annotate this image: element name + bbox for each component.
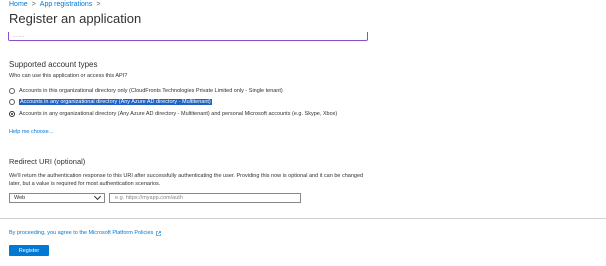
name-input-partial-text: ... .... [13,33,25,39]
platform-select[interactable]: Web [9,192,105,203]
account-option-multitenant-personal[interactable]: Accounts in any organizational directory… [9,111,337,117]
redirect-uri-title: Redirect URI (optional) [9,157,86,166]
page-title: Register an application [9,11,142,26]
footer-divider [0,218,606,219]
redirect-uri-description: We'll return the authentication response… [9,173,364,187]
option-label: Accounts in this organizational director… [19,88,283,94]
redirect-uri-input[interactable]: e.g. https://myapp.com/auth [109,193,301,203]
policy-notice[interactable]: By proceeding, you agree to the Microsof… [9,230,162,236]
account-types-question: Who can use this application or access t… [9,73,128,79]
breadcrumb-home-link[interactable]: Home [9,1,28,8]
help-me-choose-link[interactable]: Help me choose... [9,129,53,135]
breadcrumb: Home > App registrations > [9,1,100,8]
account-option-single-tenant[interactable]: Accounts in this organizational director… [9,88,283,94]
platform-select-value: Web [14,195,26,201]
radio-button[interactable] [9,88,15,94]
external-link-icon [156,230,162,236]
chevron-down-icon [93,192,102,201]
platform-policies-link[interactable]: By proceeding, you agree to the Microsof… [9,230,153,236]
radio-button[interactable] [9,99,15,105]
register-button[interactable]: Register [9,245,49,256]
account-option-multitenant[interactable]: Accounts in any organizational directory… [9,99,212,105]
breadcrumb-app-registrations-link[interactable]: App registrations [40,1,93,8]
breadcrumb-separator: > [96,1,101,8]
breadcrumb-separator: > [31,1,36,8]
option-label: Accounts in any organizational directory… [19,111,338,117]
redirect-uri-placeholder: e.g. https://myapp.com/auth [115,195,183,201]
account-types-title: Supported account types [9,60,98,69]
application-name-input[interactable]: ... .... [8,32,368,41]
radio-button-selected[interactable] [9,111,15,117]
option-label: Accounts in any organizational directory… [19,99,212,105]
